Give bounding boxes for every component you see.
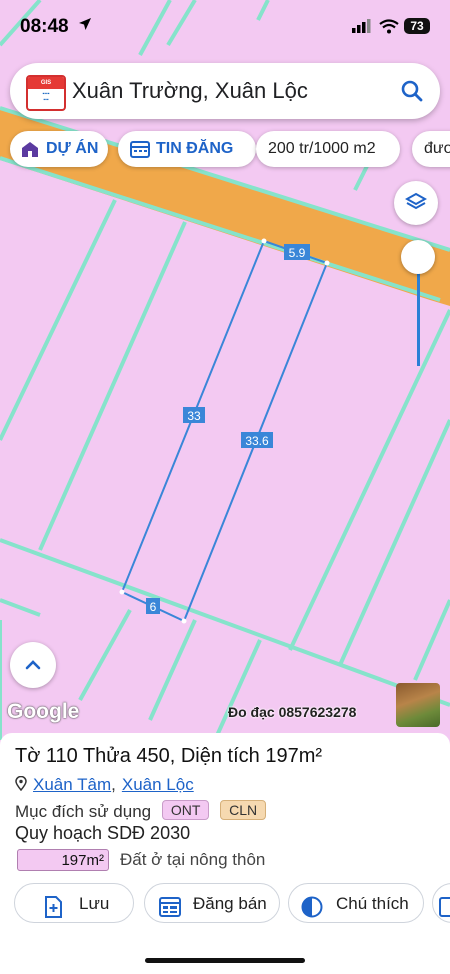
edge-label-left: 33 [183,407,205,423]
edge-length-left: 33 [187,409,201,423]
chip-label: TIN ĐĂNG [156,140,234,157]
edge-label-bottom: 6 [146,598,160,614]
chip-tin-dang[interactable]: TIN ĐĂNG [118,131,256,167]
app-logo: GIS ▪▪▪▪ ▪▪▪ [26,75,66,111]
edge-label-top: 5.9 [284,244,310,260]
district-link[interactable]: Xuân Lộc [122,775,194,794]
layers-button[interactable] [394,181,438,225]
area-value: 197m² [17,849,109,871]
battery-icon: 73 [404,18,430,34]
opacity-slider-knob[interactable] [401,240,435,274]
tag-ont: ONT [161,800,210,820]
save-label: Lưu [79,894,110,913]
tag-cln: CLN [220,800,267,820]
edge-length-top: 5.9 [289,246,306,260]
expand-panel-button[interactable] [10,642,56,688]
parcel-location: Xuân Tâm, Xuân Lộc [15,775,194,796]
commune-link[interactable]: Xuân Tâm [33,775,111,794]
edge-length-bottom: 6 [150,600,157,614]
area-description: Đất ở tại nông thôn [120,850,266,869]
search-input[interactable]: Xuân Trường, Xuân Lộc [72,78,308,104]
post-for-sale-button[interactable]: Đăng bán [144,883,280,923]
land-use-label: Mục đích sử dụng [15,802,152,821]
edge-length-right: 33.6 [245,434,269,448]
more-icon [439,893,450,922]
street-view-thumbnail[interactable] [396,683,440,727]
status-bar: 08:48 73 [0,0,450,56]
chip-label: 200 tr/1000 m2 [268,140,376,157]
more-actions-button[interactable] [432,883,450,923]
search-bar[interactable]: GIS ▪▪▪▪ ▪▪▪ Xuân Trường, Xuân Lộc [10,63,440,119]
chip-duong[interactable]: đươ [412,131,450,167]
listing-icon [159,893,181,922]
filter-chips: DỰ ÁN TIN ĐĂNG 200 tr/1000 m2 đươ [10,131,450,169]
location-separator: , [111,775,116,794]
map-view[interactable]: 5.9 33 33.6 6 08:48 73 GIS ▪▪▪▪ ▪▪▪ Xuân… [0,0,450,740]
chip-label: DỰ ÁN [46,140,99,157]
chip-du-an[interactable]: DỰ ÁN [10,131,108,167]
clock: 08:48 [20,16,69,37]
search-icon[interactable] [398,77,426,105]
google-logo: Google [7,700,80,723]
legend-button[interactable]: Chú thích [288,883,424,923]
map-attribution: Đo đạc 0857623278 [228,704,357,720]
save-button[interactable]: Lưu [14,883,134,923]
edge-label-right: 33.6 [241,432,273,448]
legend-label: Chú thích [336,894,409,913]
contrast-icon [301,893,323,922]
land-use-row: Mục đích sử dụng ONT CLN [15,800,267,822]
chip-price[interactable]: 200 tr/1000 m2 [256,131,400,167]
add-doc-icon [43,893,63,922]
pin-icon [15,775,27,796]
parcel-info-panel: Tờ 110 Thửa 450, Diện tích 197m² Xuân Tâ… [0,733,450,974]
post-for-sale-label: Đăng bán [193,894,267,913]
home-indicator [145,958,305,963]
parcel-title: Tờ 110 Thửa 450, Diện tích 197m² [15,745,323,767]
opacity-slider-track[interactable] [417,262,420,366]
chip-label: đươ [424,140,450,157]
plan-label: Quy hoạch SDĐ 2030 [15,823,191,843]
